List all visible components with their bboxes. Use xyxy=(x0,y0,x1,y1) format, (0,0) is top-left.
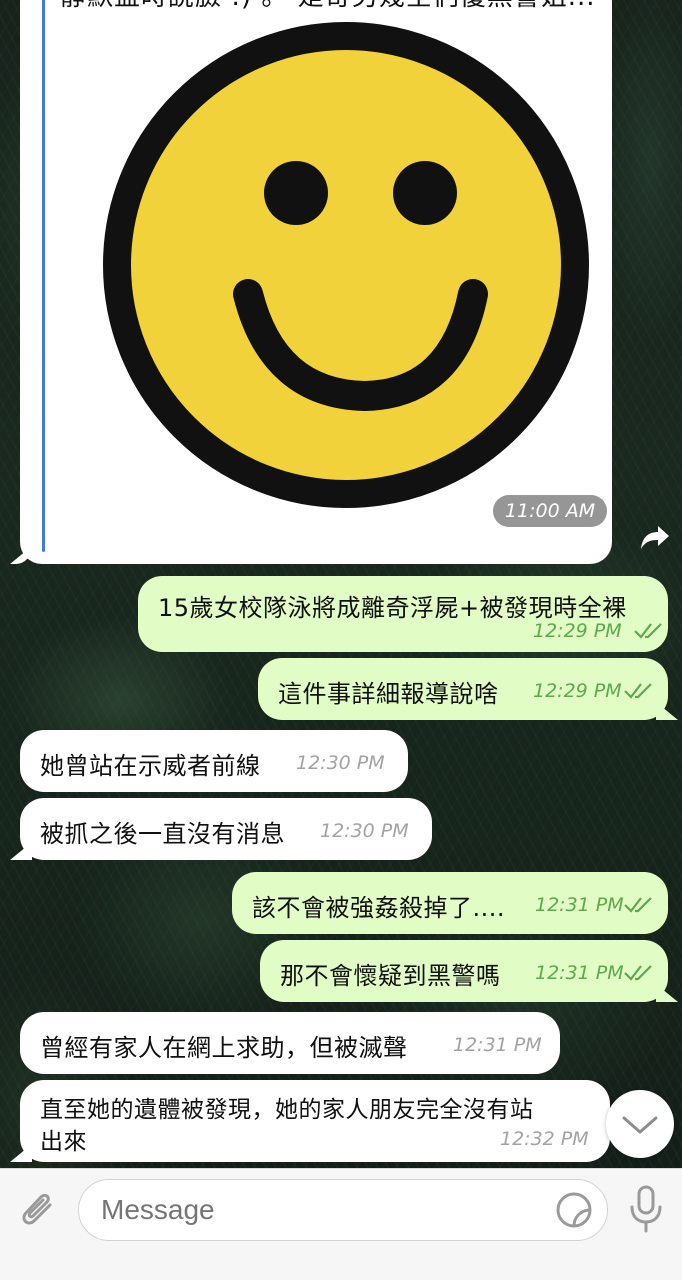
double-check-icon xyxy=(624,965,652,981)
message-text-line-1: 直至她的遺體被發現，她的家人朋友完全沒有站 xyxy=(40,1097,534,1123)
chevron-down-icon xyxy=(622,1116,658,1134)
message-text: 15歲女校隊泳將成離奇浮屍+被發現時全裸 xyxy=(158,594,627,622)
message-time: 12:31 PM xyxy=(535,894,624,916)
message-bubble-outgoing[interactable]: 那不會懷疑到黑警嗎 12:31 PM xyxy=(260,940,678,1002)
message-time: 12:29 PM xyxy=(533,620,622,642)
message-text: 那不會懷疑到黑警嗎 xyxy=(280,962,501,990)
message-bubble-incoming[interactable]: 直至她的遺體被發現，她的家人朋友完全沒有站 出來 12:32 PM xyxy=(10,1080,610,1162)
microphone-icon[interactable] xyxy=(628,1185,664,1233)
message-bubble-outgoing[interactable]: 該不會被強姦殺掉了.... 12:31 PM xyxy=(232,872,668,934)
message-text: 被抓之後一直沒有消息 xyxy=(40,820,285,848)
message-bubble-incoming[interactable]: 曾經有家人在網上求助，但被滅聲 12:31 PM xyxy=(20,1012,560,1074)
message-input[interactable] xyxy=(78,1179,608,1241)
image-time: 11:00 AM xyxy=(493,495,607,527)
message-input-bar xyxy=(0,1168,682,1280)
message-time: 12:30 PM xyxy=(320,820,409,842)
forward-arrow-icon[interactable] xyxy=(640,524,670,552)
message-text: 該不會被強姦殺掉了.... xyxy=(252,894,506,922)
sticker-icon[interactable] xyxy=(555,1191,593,1229)
message-bubble-incoming[interactable]: 她曾站在示威者前線 12:30 PM xyxy=(20,730,408,792)
message-time: 12:31 PM xyxy=(453,1034,542,1056)
quote-accent-line xyxy=(42,0,45,552)
scroll-to-bottom-button[interactable] xyxy=(606,1090,674,1158)
image-message-bubble[interactable]: 靜默盃時說臉 :) 。 是奇另幾空們優黑警姐... 11:00 AM xyxy=(10,0,612,564)
image-caption-cut: 靜默盃時說臉 :) 。 是奇另幾空們優黑警姐... xyxy=(60,0,596,13)
message-time: 12:31 PM xyxy=(535,962,624,984)
double-check-icon xyxy=(624,683,652,699)
message-text: 她曾站在示威者前線 xyxy=(40,752,261,780)
smiley-right-eye xyxy=(393,161,457,225)
double-check-icon xyxy=(624,897,652,913)
paperclip-icon[interactable] xyxy=(16,1187,60,1231)
message-text: 曾經有家人在網上求助，但被滅聲 xyxy=(40,1034,408,1062)
smiley-face-image[interactable] xyxy=(103,22,589,508)
message-bubble-incoming[interactable]: 被抓之後一直沒有消息 12:30 PM xyxy=(10,798,432,860)
message-bubble-outgoing[interactable]: 15歲女校隊泳將成離奇浮屍+被發現時全裸 12:29 PM xyxy=(138,576,668,652)
message-text-line-2: 出來 xyxy=(40,1129,87,1155)
message-text: 這件事詳細報導說啥 xyxy=(278,680,499,708)
message-time: 12:30 PM xyxy=(296,752,385,774)
smiley-left-eye xyxy=(264,161,328,225)
message-time: 12:32 PM xyxy=(500,1128,589,1150)
double-check-icon xyxy=(634,623,662,639)
message-bubble-outgoing[interactable]: 這件事詳細報導說啥 12:29 PM xyxy=(258,658,678,720)
message-time: 12:29 PM xyxy=(533,680,622,702)
chat-background: 靜默盃時說臉 :) 。 是奇另幾空們優黑警姐... 11:00 AM 15歲女校… xyxy=(0,0,682,1168)
